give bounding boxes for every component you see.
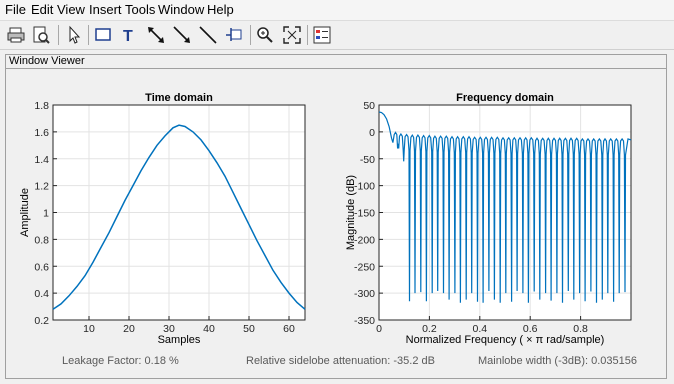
freq-y-axis-label: Magnitude (dB) <box>345 175 357 250</box>
freq-y-tick-label: -300 <box>354 288 375 300</box>
freq-y-tick-label: 0 <box>369 127 375 139</box>
sidelobe-attenuation-text: Relative sidelobe attenuation: -35.2 dB <box>246 355 435 367</box>
freq-x-tick-label: 0 <box>376 323 382 335</box>
freq-y-tick-label: -150 <box>354 208 375 220</box>
leakage-factor-text: Leakage Factor: 0.18 % <box>62 355 179 367</box>
mainlobe-width-text: Mainlobe width (-3dB): 0.035156 <box>478 355 637 367</box>
frequency-domain-chart[interactable]: 0 0.2 0.4 0.6 0.8500-50-100-150-200-250-300-… <box>0 0 674 384</box>
freq-y-tick-label: -200 <box>354 234 375 246</box>
freq-y-tick-label: 50 <box>363 100 375 112</box>
freq-y-tick-label: -50 <box>360 154 375 166</box>
freq-y-tick-label: -350 <box>354 315 375 327</box>
freq-y-tick-label: -100 <box>354 181 375 193</box>
freq-title: Frequency domain <box>456 92 554 104</box>
freq-x-axis-label: Normalized Frequency ( × π rad/sample) <box>406 334 605 346</box>
freq-y-tick-label: -250 <box>354 261 375 273</box>
